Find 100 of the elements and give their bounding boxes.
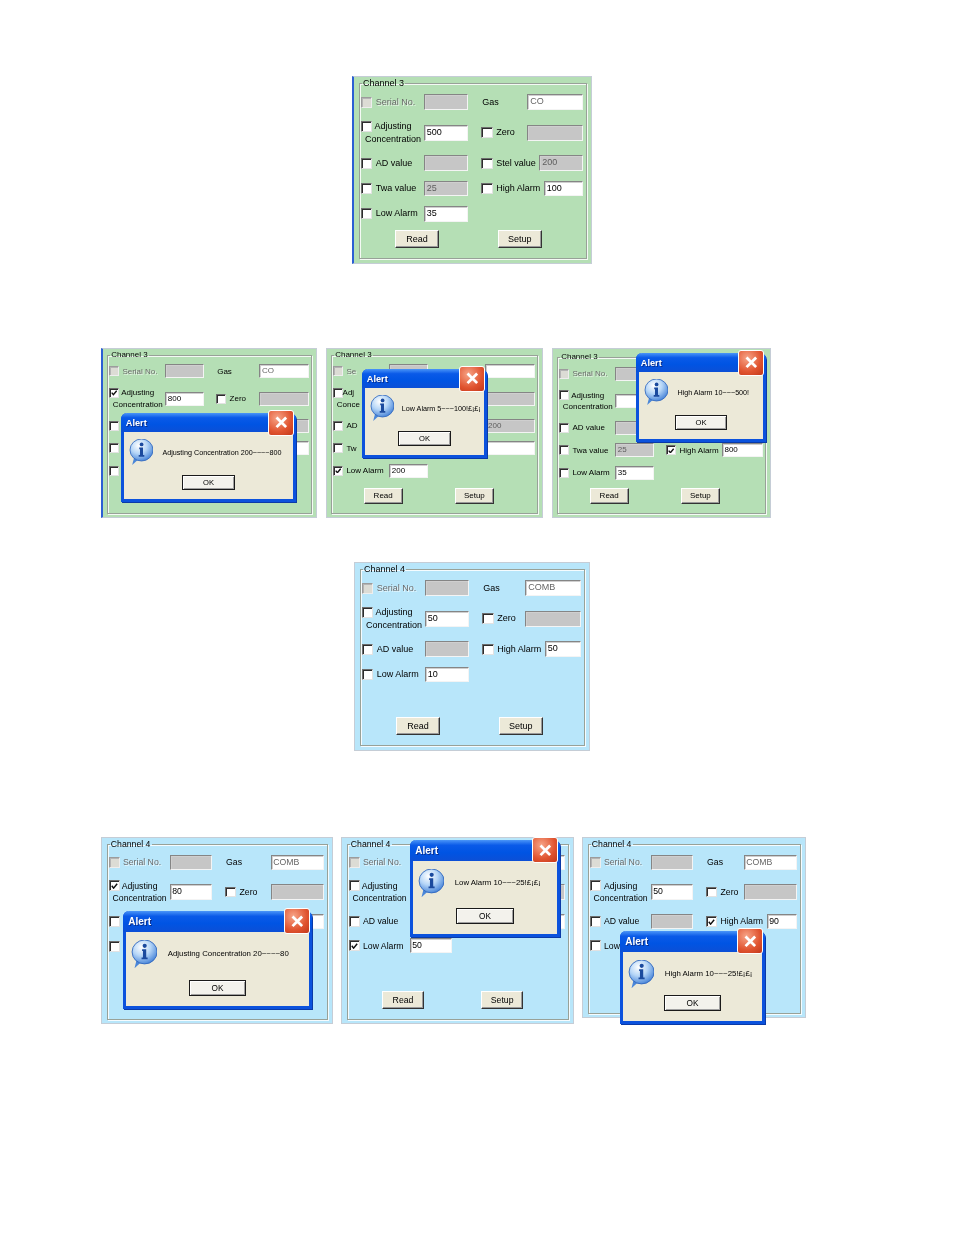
text-field[interactable] [424, 580, 469, 597]
text-field[interactable] [527, 124, 584, 141]
checkbox-label[interactable]: Tw [346, 442, 357, 454]
checkbox-label[interactable]: High Alarm [720, 915, 764, 928]
text-field[interactable]: 200 [389, 463, 429, 478]
checkbox[interactable] [348, 880, 360, 892]
text-field[interactable] [485, 364, 535, 379]
close-button[interactable] [459, 365, 485, 392]
checkbox[interactable] [589, 880, 601, 892]
text-field[interactable]: 800 [165, 391, 205, 406]
text-field[interactable]: COMB [525, 580, 582, 597]
checkbox-label[interactable]: Low Alarm [363, 939, 404, 952]
ok-button[interactable]: OK [456, 907, 514, 925]
checkbox[interactable] [109, 465, 120, 476]
close-button[interactable] [268, 409, 294, 436]
checkbox-label[interactable]: Adjusting Concentration [562, 389, 613, 412]
checkbox[interactable] [109, 443, 120, 454]
checkbox-label[interactable]: Adj Conce [336, 387, 360, 410]
text-field[interactable]: 90 [766, 913, 798, 930]
text-field[interactable] [259, 391, 309, 406]
read-button[interactable]: Read [396, 717, 441, 736]
checkbox-label[interactable]: Adjusting Concentration [365, 606, 422, 632]
text-field[interactable]: 50 [424, 610, 469, 627]
checkbox[interactable] [348, 940, 360, 952]
text-field[interactable]: 10 [424, 666, 469, 683]
close-button[interactable] [736, 928, 763, 955]
close-button[interactable] [738, 349, 764, 376]
checkbox-label[interactable]: Adjusting Concentration [364, 120, 421, 146]
checkbox[interactable] [333, 420, 344, 431]
text-field[interactable] [485, 391, 535, 406]
checkbox-label[interactable]: Zero [496, 126, 515, 140]
read-button[interactable]: Read [589, 487, 629, 504]
text-field[interactable]: 25 [615, 443, 655, 458]
checkbox[interactable] [360, 157, 373, 169]
text-field[interactable] [743, 884, 798, 900]
checkbox[interactable] [109, 421, 120, 432]
checkbox-label[interactable]: Adjusting Concentration [352, 879, 407, 905]
checkbox[interactable] [559, 467, 570, 478]
text-field[interactable] [423, 155, 468, 172]
checkbox[interactable] [481, 127, 493, 139]
checkbox[interactable] [559, 390, 570, 401]
checkbox[interactable] [706, 916, 718, 927]
checkbox-label[interactable]: Adjusting Concentration [112, 879, 167, 905]
close-button[interactable] [283, 908, 310, 935]
checkbox[interactable] [559, 445, 570, 456]
text-field[interactable]: 200 [485, 418, 535, 433]
text-field[interactable] [165, 364, 205, 379]
setup-button[interactable]: Setup [498, 717, 543, 736]
checkbox[interactable] [481, 182, 493, 195]
ok-button[interactable]: OK [189, 979, 246, 997]
text-field[interactable] [169, 854, 213, 870]
checkbox[interactable] [361, 668, 374, 681]
checkbox[interactable] [216, 393, 227, 404]
text-field[interactable]: CO [527, 94, 584, 111]
checkbox-label[interactable]: Zero [720, 885, 739, 899]
setup-button[interactable]: Setup [680, 487, 720, 504]
read-button[interactable]: Read [363, 487, 403, 504]
checkbox[interactable] [360, 208, 373, 220]
text-field[interactable]: 80 [169, 884, 213, 900]
text-field[interactable] [423, 94, 468, 111]
text-field[interactable]: COMB [743, 854, 798, 870]
text-field[interactable]: 35 [423, 205, 468, 222]
text-field[interactable]: CO [259, 364, 309, 379]
checkbox-label[interactable]: High Alarm [497, 643, 542, 656]
checkbox[interactable] [482, 613, 494, 625]
checkbox[interactable] [589, 916, 601, 927]
setup-button[interactable]: Setup [454, 487, 494, 504]
checkbox-label[interactable]: Low Alarm [346, 464, 384, 477]
checkbox-label[interactable]: Adjusing Concentration [593, 879, 648, 905]
checkbox[interactable] [333, 388, 344, 398]
checkbox-label[interactable]: Zero [497, 612, 516, 626]
text-field[interactable]: 25 [423, 180, 468, 197]
text-field[interactable]: 800 [721, 443, 763, 458]
text-field[interactable] [270, 884, 325, 900]
checkbox[interactable] [361, 606, 374, 619]
text-field[interactable] [650, 913, 694, 930]
text-field[interactable]: 35 [615, 465, 655, 480]
checkbox-label[interactable]: AD value [363, 915, 399, 928]
checkbox[interactable] [108, 940, 120, 952]
text-field[interactable] [525, 610, 582, 627]
checkbox[interactable] [482, 643, 494, 655]
setup-button[interactable]: Setup [480, 991, 524, 1009]
checkbox-label[interactable]: Twa value [572, 444, 609, 456]
checkbox[interactable] [361, 643, 374, 655]
checkbox-label[interactable]: Stel value [496, 157, 536, 170]
checkbox-label[interactable]: AD value [604, 915, 640, 928]
checkbox[interactable] [333, 443, 344, 454]
text-field[interactable]: 50 [650, 884, 694, 900]
checkbox-label[interactable]: Low Alarm [376, 668, 419, 681]
checkbox-label[interactable]: High Alarm [496, 182, 541, 195]
checkbox-label[interactable]: Low [604, 939, 620, 952]
checkbox-label[interactable]: AD [346, 420, 358, 432]
checkbox-label[interactable]: Zero [229, 393, 246, 405]
checkbox-label[interactable]: Low Alarm [572, 467, 610, 479]
read-button[interactable]: Read [381, 991, 425, 1009]
checkbox[interactable] [348, 916, 360, 927]
checkbox-label[interactable]: Adjusting Concentration [112, 387, 163, 410]
checkbox-label[interactable]: AD value [376, 643, 414, 656]
text-field[interactable]: 50 [544, 641, 582, 658]
checkbox-label[interactable]: AD value [572, 422, 605, 434]
